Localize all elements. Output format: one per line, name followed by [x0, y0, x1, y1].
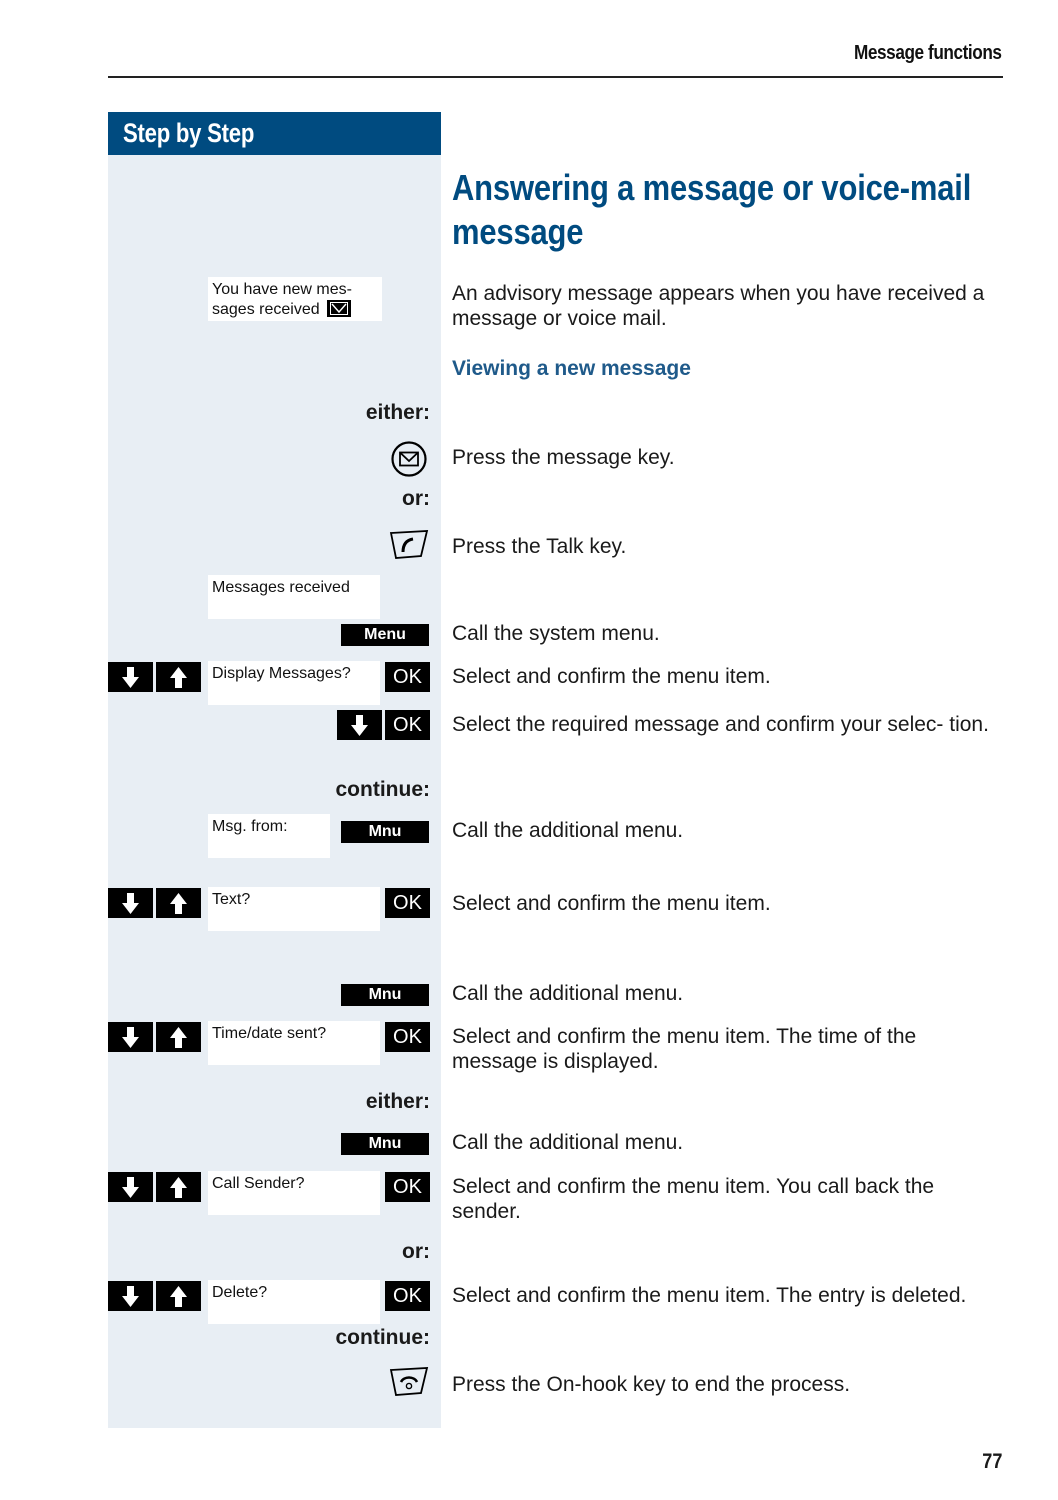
display-new-messages: You have new mes- sages received	[208, 277, 382, 321]
arrow-up-icon[interactable]	[156, 1281, 201, 1311]
onhook-key-icon[interactable]	[388, 1367, 430, 1402]
step-text: Press the On-hook key to end the process…	[452, 1373, 851, 1396]
ok-softkey[interactable]: OK	[385, 1172, 430, 1202]
display-text-option: Text?	[208, 887, 380, 931]
sidebar-header: Step by Step	[108, 112, 441, 155]
mnu-softkey[interactable]: Mnu	[341, 821, 429, 843]
arrow-down-icon[interactable]	[108, 1172, 153, 1202]
ok-softkey[interactable]: OK	[385, 1281, 430, 1311]
page-title: Answering a message or voice-mail messag…	[452, 167, 972, 252]
step-text: Select and confirm the menu item. The ti…	[452, 1025, 917, 1073]
display-delete: Delete?	[208, 1280, 380, 1324]
or-label: or:	[402, 487, 430, 510]
ok-softkey[interactable]: OK	[385, 1022, 430, 1052]
running-head: Message functions	[854, 42, 1002, 64]
display-time-date-sent: Time/date sent?	[208, 1021, 380, 1065]
step-text: Select and confirm the menu item.	[452, 665, 771, 688]
step-text: Call the additional menu.	[452, 982, 684, 1005]
mnu-softkey[interactable]: Mnu	[341, 984, 429, 1006]
step-text: Call the system menu.	[452, 622, 660, 645]
arrow-up-icon[interactable]	[156, 1172, 201, 1202]
sidebar-title: Step by Step	[123, 118, 255, 148]
step-text: Call the additional menu.	[452, 1131, 684, 1154]
ok-softkey[interactable]: OK	[385, 888, 430, 918]
or-label: or:	[402, 1240, 430, 1263]
mnu-softkey[interactable]: Mnu	[341, 1133, 429, 1155]
ok-softkey[interactable]: OK	[385, 710, 430, 740]
display-msg-from: Msg. from:	[208, 814, 330, 858]
menu-softkey[interactable]: Menu	[341, 624, 429, 646]
continue-label: continue:	[335, 778, 431, 801]
display-call-sender: Call Sender?	[208, 1171, 380, 1215]
arrow-up-icon[interactable]	[156, 1022, 201, 1052]
display-messages-received: Messages received	[208, 575, 380, 619]
either-label: either:	[365, 401, 430, 424]
arrow-down-icon[interactable]	[108, 662, 153, 692]
ok-softkey[interactable]: OK	[385, 662, 430, 692]
either-label: either:	[365, 1090, 430, 1113]
page-number: 77	[981, 1450, 1002, 1473]
header-rule	[108, 76, 1003, 78]
step-text: Select and confirm the menu item. The en…	[452, 1284, 967, 1307]
arrow-down-icon[interactable]	[108, 1281, 153, 1311]
envelope-box-icon	[327, 300, 352, 317]
display-display-messages: Display Messages?	[208, 661, 380, 705]
arrow-up-icon[interactable]	[156, 888, 201, 918]
step-text: Call the additional menu.	[452, 819, 684, 842]
arrow-up-icon[interactable]	[156, 662, 201, 692]
arrow-down-icon[interactable]	[337, 710, 382, 740]
section-heading: Viewing a new message	[452, 357, 691, 380]
intro-text: An advisory message appears when you hav…	[452, 282, 985, 330]
message-key-icon[interactable]	[390, 440, 428, 483]
step-text: Press the Talk key.	[452, 535, 627, 558]
step-text: Select and confirm the menu item.	[452, 892, 771, 915]
step-text: Select and confirm the menu item. You ca…	[452, 1175, 935, 1223]
step-text: Select the required message and confirm …	[452, 713, 989, 736]
continue-label: continue:	[335, 1326, 431, 1349]
arrow-down-icon[interactable]	[108, 888, 153, 918]
talk-key-icon[interactable]	[388, 530, 430, 565]
step-text: Press the message key.	[452, 446, 675, 469]
arrow-down-icon[interactable]	[108, 1022, 153, 1052]
